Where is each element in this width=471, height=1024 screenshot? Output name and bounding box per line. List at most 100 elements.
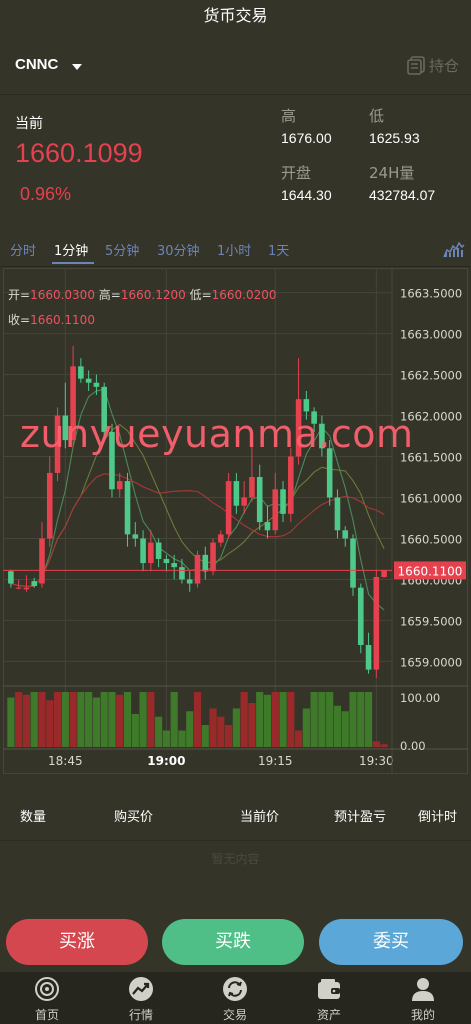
current-label: 当前 <box>15 116 43 132</box>
volume-bar <box>178 730 186 747</box>
nav-home-label: 首页 <box>34 1008 59 1022</box>
volume-bar <box>7 697 15 747</box>
entrust-buy-button[interactable]: 委买 <box>319 919 463 965</box>
nav-profile[interactable]: 我的 <box>376 972 470 1024</box>
candle <box>342 530 349 539</box>
volume-bar <box>287 692 295 747</box>
candle <box>109 431 115 490</box>
buy-down-button[interactable]: 买跌 <box>162 919 304 965</box>
candle <box>319 423 325 449</box>
candle <box>256 477 263 523</box>
candle <box>249 477 255 498</box>
candle <box>202 554 209 572</box>
ohlc-readout-line2: 收=1660.1100 <box>8 311 95 328</box>
active-tab-indicator <box>52 262 94 264</box>
candle <box>233 481 240 506</box>
symbol-selector[interactable]: CNNC <box>15 56 58 73</box>
candlestick-chart[interactable]: 1663.5000 1663.0000 1662.5000 1662.0000 1661… <box>3 268 468 774</box>
candle <box>210 542 216 572</box>
volume-label: 24H量 <box>369 164 415 182</box>
candle <box>101 386 107 432</box>
depth-chart-icon[interactable] <box>443 240 465 258</box>
volume-bar <box>100 692 108 747</box>
volume-bar <box>139 692 147 747</box>
tab-1min[interactable]: 1分钟 <box>54 240 88 259</box>
x-tick-label: 19:15 <box>258 754 293 768</box>
divider <box>0 266 471 267</box>
volume-bar <box>131 714 139 747</box>
candle <box>148 542 154 564</box>
open-readout-label: 开= <box>8 288 31 302</box>
copy-icon <box>407 56 425 75</box>
high-label: 高 <box>281 107 297 125</box>
chevron-down-icon[interactable] <box>72 64 82 70</box>
low-readout-value: 1660.0200 <box>211 288 277 302</box>
candle <box>62 415 69 441</box>
positions-button[interactable]: 持仓 <box>405 54 459 76</box>
candle <box>218 534 224 543</box>
tab-5min[interactable]: 5分钟 <box>105 240 139 259</box>
candle <box>171 563 177 568</box>
empty-state-text: 暂无内容 <box>211 852 260 866</box>
bottom-nav: 首页 行情 交易 资产 我的 <box>0 972 471 1024</box>
x-tick-label: 19:00 <box>147 754 185 768</box>
close-readout-label: 收= <box>8 313 31 327</box>
symbol-row: CNNC 持仓 <box>0 48 471 88</box>
candle <box>15 587 22 589</box>
volume-bar <box>53 692 62 747</box>
nav-assets[interactable]: 资产 <box>282 972 376 1024</box>
high-value: 1676.00 <box>281 130 332 146</box>
low-value: 1625.93 <box>369 130 420 146</box>
candle <box>46 472 53 539</box>
candle <box>132 534 139 539</box>
volume-bar <box>263 694 272 747</box>
column-quantity: 数量 <box>20 810 47 825</box>
y-tick-label: 1660.5000 <box>400 532 462 546</box>
volume-bar <box>38 692 46 747</box>
volume-bar <box>271 692 279 747</box>
volume-bar <box>310 692 318 747</box>
candle <box>326 448 333 498</box>
volume-bar <box>333 705 342 747</box>
positions-label: 持仓 <box>428 56 459 75</box>
candle <box>288 456 294 514</box>
tab-1day[interactable]: 1天 <box>268 240 289 259</box>
divider <box>0 840 471 841</box>
current-price-tag-label: 1660.1100 <box>398 564 463 578</box>
open-value: 1644.30 <box>281 187 332 203</box>
open-readout-value: 1660.0300 <box>30 288 95 302</box>
volume-bar <box>232 708 240 747</box>
volume-bar <box>123 692 132 747</box>
volume-bar <box>201 725 209 747</box>
y-tick-label: 1661.5000 <box>400 451 462 465</box>
column-countdown: 倒计时 <box>418 810 458 825</box>
low-readout-label: 低= <box>189 288 212 302</box>
tab-timeshare[interactable]: 分时 <box>10 240 36 259</box>
home-icon <box>35 977 59 1001</box>
candle <box>54 415 61 473</box>
tab-30min[interactable]: 30分钟 <box>157 240 200 259</box>
volume-bar <box>302 708 310 747</box>
nav-market[interactable]: 行情 <box>94 972 188 1024</box>
nav-profile-label: 我的 <box>410 1008 435 1022</box>
candle <box>357 587 364 646</box>
y-tick-label: 1663.5000 <box>400 287 462 301</box>
column-buy-price: 购买价 <box>114 810 154 825</box>
tab-1hour[interactable]: 1小时 <box>217 240 251 259</box>
candle <box>140 538 146 564</box>
x-tick-label: 18:45 <box>48 754 83 768</box>
volume-bar <box>318 692 326 747</box>
candle <box>350 538 356 588</box>
buy-up-button[interactable]: 买涨 <box>6 919 148 965</box>
candle <box>85 378 92 383</box>
candle <box>264 522 271 531</box>
candle <box>381 570 387 577</box>
nav-trade[interactable]: 交易 <box>188 972 282 1024</box>
candle <box>70 366 76 441</box>
user-icon <box>412 978 434 1001</box>
volume-bar <box>380 744 388 747</box>
volume-bar <box>77 692 85 747</box>
nav-home[interactable]: 首页 <box>0 972 94 1024</box>
volume-bar <box>46 700 54 747</box>
volume-bar <box>248 703 256 747</box>
